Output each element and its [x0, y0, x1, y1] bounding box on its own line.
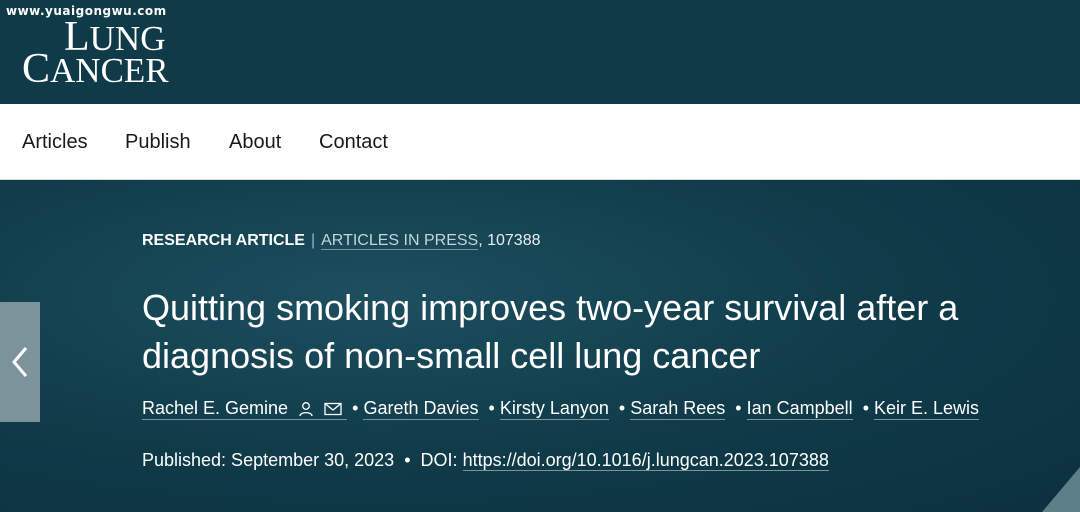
journal-logo[interactable]: LUNG CANCER — [22, 16, 169, 92]
article-type: RESEARCH ARTICLE — [142, 232, 305, 249]
author-link[interactable]: Keir E. Lewis — [874, 398, 980, 420]
publication-info: Published: September 30, 2023 • DOI: htt… — [142, 450, 829, 471]
decorative-corner — [1042, 467, 1080, 512]
logo-line-2: CANCER — [22, 46, 169, 92]
author-separator: • — [618, 398, 626, 418]
author-separator: • — [352, 398, 359, 418]
site-header: www.yuaigongwu.com LUNG CANCER — [0, 0, 1080, 104]
author-link[interactable]: Ian Campbell — [746, 398, 853, 420]
chevron-left-icon — [12, 347, 28, 377]
nav-contact[interactable]: Contact — [319, 131, 388, 154]
main-nav: Articles Publish About Contact — [0, 104, 1080, 180]
nav-about[interactable]: About — [229, 131, 281, 154]
article-type-line: RESEARCH ARTICLE | ARTICLES IN PRESS, 1073… — [142, 232, 541, 250]
nav-publish[interactable]: Publish — [125, 131, 191, 154]
published-date: Published: September 30, 2023 — [142, 450, 395, 470]
author-separator: • — [735, 398, 742, 418]
nav-articles[interactable]: Articles — [22, 131, 88, 154]
author-link[interactable]: Kirsty Lanyon — [499, 398, 609, 420]
doi-label: DOI: — [420, 450, 458, 470]
articles-in-press-link[interactable]: ARTICLES IN PRESS — [321, 232, 479, 250]
mail-icon[interactable] — [324, 402, 342, 416]
info-separator: • — [404, 450, 411, 470]
author-separator: • — [862, 398, 869, 418]
person-icon[interactable] — [299, 401, 313, 417]
author-separator: • — [488, 398, 495, 418]
article-title: Quitting smoking improves two-year survi… — [142, 287, 959, 376]
type-separator: | — [310, 232, 316, 249]
previous-button[interactable] — [0, 302, 40, 422]
author-link[interactable]: Gareth Davies — [363, 398, 479, 420]
article-hero: RESEARCH ARTICLE | ARTICLES IN PRESS, 1073… — [0, 180, 1080, 512]
doi-link[interactable]: https://doi.org/10.1016/j.lungcan.2023.1… — [462, 450, 829, 471]
author-link[interactable]: Sarah Rees — [630, 398, 726, 420]
article-number: , 107388 — [478, 232, 541, 249]
author-link[interactable]: Rachel E. Gemine — [142, 398, 348, 420]
author-list: Rachel E. Gemine • Gareth Davies • Kirsty … — [142, 398, 980, 420]
